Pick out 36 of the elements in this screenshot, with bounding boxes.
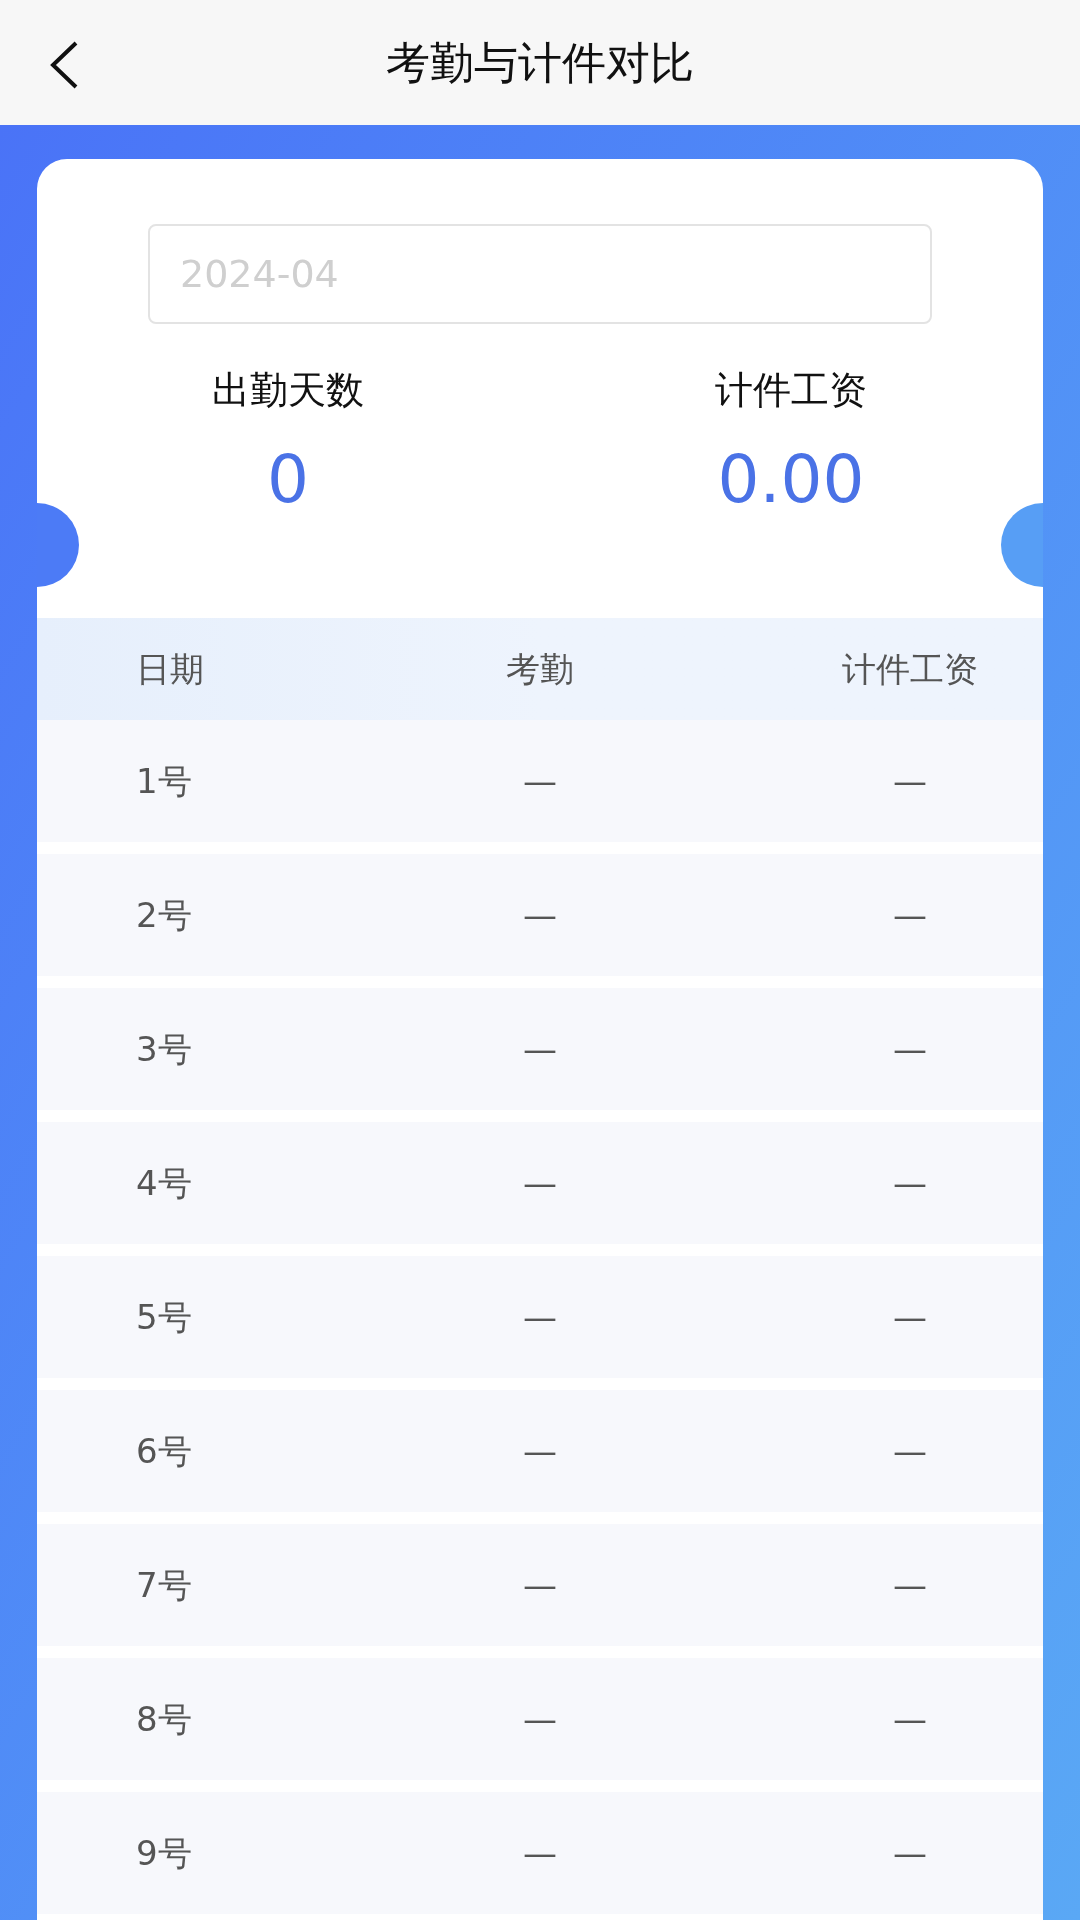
table-cell: — [893,1698,927,1739]
table-cell: — [893,1028,927,1069]
table-cell: — [523,1028,557,1069]
stat-label: 出勤天数 [212,367,364,414]
column-header: 考勤 [506,648,574,689]
table-cell: — [523,1698,557,1739]
table-cell: — [893,1296,927,1337]
table-cell: 5号 [136,1296,192,1337]
table-cell: — [893,1832,927,1873]
page-title: 考勤与计件对比 [386,35,694,90]
table-cell: 3号 [136,1028,192,1069]
table-cell: — [893,1162,927,1203]
table-cell: — [523,894,557,935]
table-cell: — [893,1430,927,1471]
table-cell: 1号 [136,760,192,801]
stat-value: 0 [267,440,309,520]
table-cell: 9号 [136,1832,192,1873]
table-cell: — [523,1162,557,1203]
table-cell: — [523,1430,557,1471]
table-cell: 6号 [136,1430,192,1471]
table-cell: — [523,1832,557,1873]
table-cell: — [523,1564,557,1605]
table-cell: — [893,894,927,935]
table-cell: 2号 [136,894,192,935]
column-header: 日期 [136,648,204,689]
table-cell: 8号 [136,1698,192,1739]
back-icon[interactable] [48,40,80,90]
table-cell: — [893,1564,927,1605]
stat-value: 0.00 [717,440,865,520]
table-cell: — [523,1296,557,1337]
table-cell: 4号 [136,1162,192,1203]
stat-label: 计件工资 [715,367,867,414]
table-cell: 7号 [136,1564,192,1605]
table-cell: — [523,760,557,801]
table-cell: — [893,760,927,801]
column-header: 计件工资 [842,648,978,689]
